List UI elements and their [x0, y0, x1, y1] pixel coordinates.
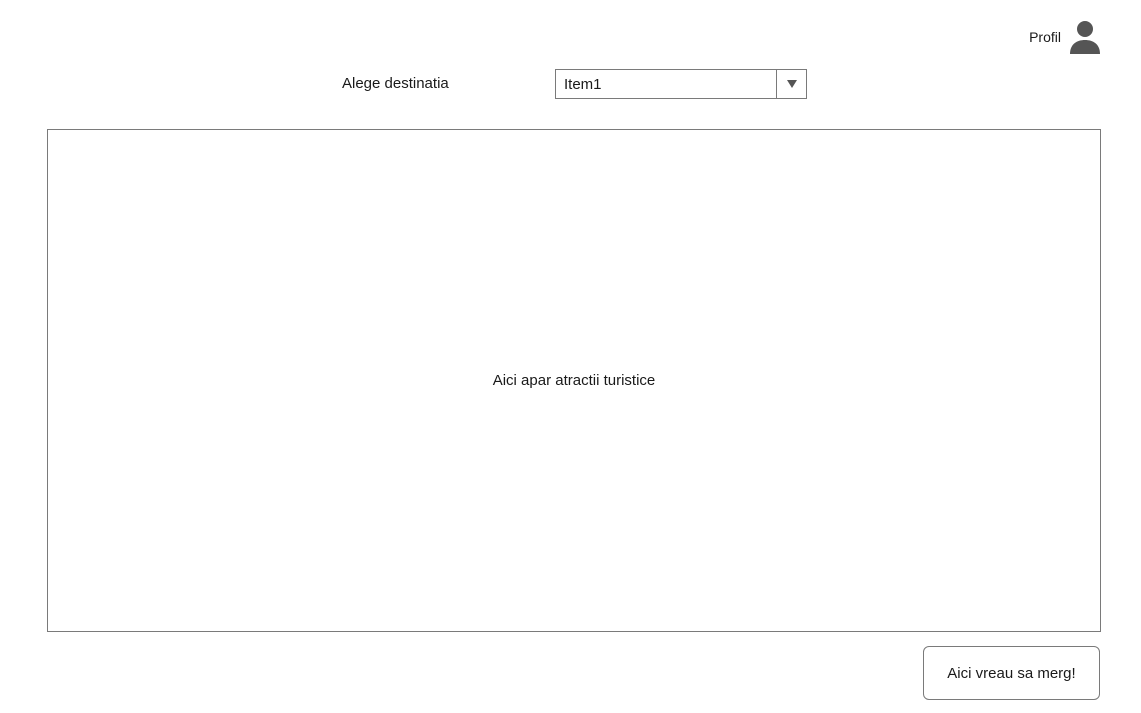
destination-select[interactable]: Item1: [555, 69, 807, 99]
profile-label: Profil: [1029, 29, 1061, 45]
go-here-button[interactable]: Aici vreau sa merg!: [923, 646, 1100, 700]
triangle-down-icon: [786, 80, 797, 88]
attractions-placeholder: Aici apar atractii turistice: [492, 372, 656, 389]
page: Profil Alege destinatia Item1 Aici apar …: [0, 0, 1141, 713]
destination-select-value: Item1: [564, 75, 602, 93]
destination-label: Alege destinatia: [342, 75, 449, 92]
attractions-panel: Aici apar atractii turistice: [47, 129, 1101, 632]
dropdown-toggle[interactable]: [776, 70, 806, 98]
user-icon: [1070, 21, 1100, 54]
profile-link[interactable]: Profil: [1029, 20, 1101, 54]
